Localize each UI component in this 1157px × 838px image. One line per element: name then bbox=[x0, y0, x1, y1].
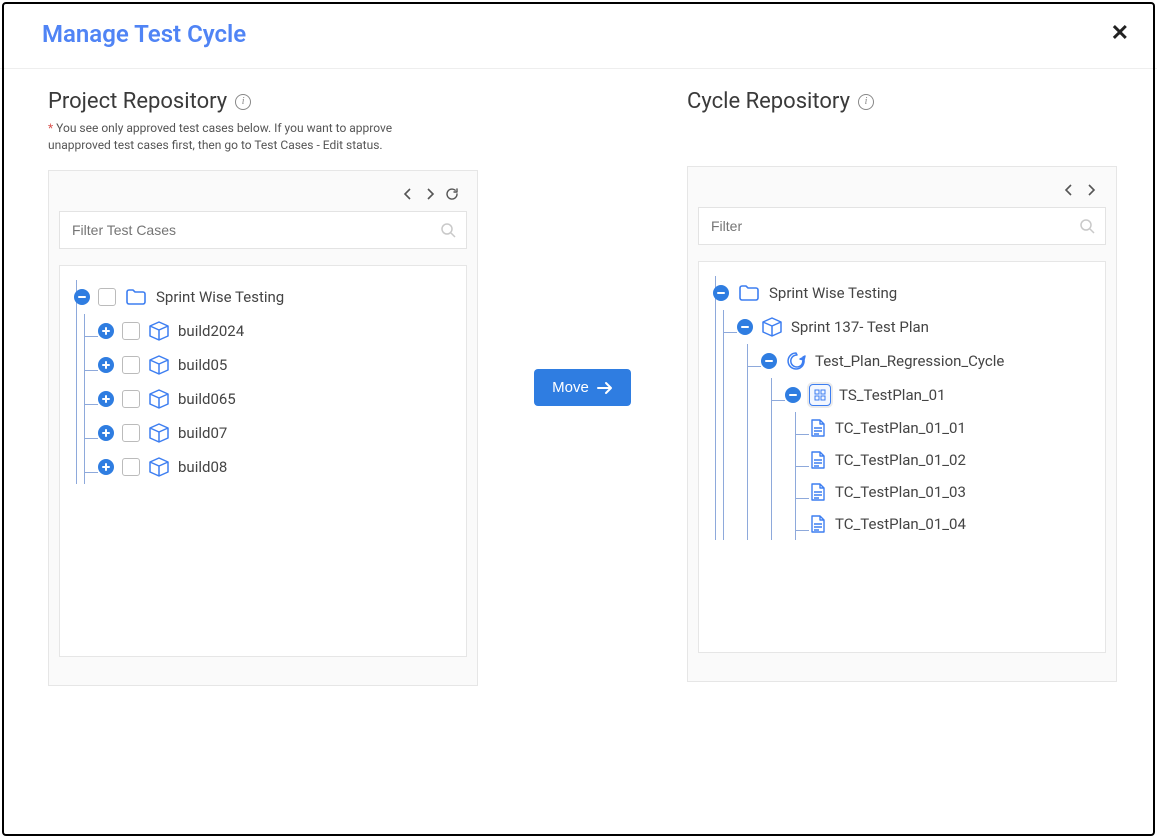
folder-icon bbox=[737, 282, 761, 304]
tree-test-case[interactable]: TC_TestPlan_01_03 bbox=[809, 476, 1099, 508]
tree-item[interactable]: build05 bbox=[98, 348, 460, 382]
checkbox[interactable] bbox=[98, 288, 116, 306]
chevron-right-icon bbox=[425, 188, 435, 200]
refresh-button[interactable] bbox=[441, 183, 463, 205]
tree-item[interactable]: build2024 bbox=[98, 314, 460, 348]
testcase-icon bbox=[809, 514, 827, 534]
package-icon bbox=[148, 456, 170, 478]
project-filter-input[interactable] bbox=[70, 221, 440, 239]
package-icon bbox=[761, 316, 783, 338]
testcase-icon bbox=[809, 482, 827, 502]
project-filter-box bbox=[59, 211, 467, 249]
test-cycle-label: Test_Plan_Regression_Cycle bbox=[815, 352, 1004, 370]
chevron-left-icon bbox=[1064, 184, 1074, 196]
package-icon bbox=[148, 354, 170, 376]
collapse-toggle[interactable] bbox=[785, 387, 801, 403]
package-icon bbox=[148, 388, 170, 410]
cycle-filter-input[interactable] bbox=[709, 217, 1079, 235]
root-folder-label: Sprint Wise Testing bbox=[769, 284, 897, 302]
test-case-label: TC_TestPlan_01_02 bbox=[835, 451, 966, 469]
tree-test-suite[interactable]: TS_TestPlan_01 bbox=[785, 378, 1099, 412]
tree-test-case[interactable]: TC_TestPlan_01_01 bbox=[809, 412, 1099, 444]
tree-root-folder[interactable]: Sprint Wise Testing bbox=[74, 280, 460, 314]
expand-toggle[interactable] bbox=[98, 323, 114, 339]
cycle-tree[interactable]: Sprint Wise Testing Sprint 1 bbox=[699, 262, 1105, 652]
cycle-panel: Sprint Wise Testing Sprint 1 bbox=[687, 166, 1117, 682]
expand-toggle[interactable] bbox=[98, 391, 114, 407]
package-icon bbox=[148, 422, 170, 444]
search-icon bbox=[440, 222, 456, 238]
package-icon bbox=[148, 320, 170, 342]
project-repository-column: Project Repository i * You see only appr… bbox=[48, 89, 478, 686]
test-plan-label: Sprint 137- Test Plan bbox=[791, 318, 929, 336]
testsuite-icon bbox=[809, 384, 831, 406]
project-tree-container: Sprint Wise Testing bbox=[59, 265, 467, 657]
project-panel: Sprint Wise Testing bbox=[48, 170, 478, 686]
cycle-repository-column: Cycle Repository i bbox=[687, 89, 1117, 682]
tree-test-plan[interactable]: Sprint 137- Test Plan bbox=[737, 310, 1099, 344]
test-suite-label: TS_TestPlan_01 bbox=[839, 386, 946, 404]
cycle-tree-container: Sprint Wise Testing Sprint 1 bbox=[698, 261, 1106, 653]
checkbox[interactable] bbox=[122, 458, 140, 476]
next-button[interactable] bbox=[1080, 179, 1102, 201]
collapse-toggle[interactable] bbox=[737, 319, 753, 335]
test-case-label: TC_TestPlan_01_03 bbox=[835, 483, 966, 501]
tree-item[interactable]: build07 bbox=[98, 416, 460, 450]
expand-toggle[interactable] bbox=[98, 459, 114, 475]
tree-item-label: build2024 bbox=[178, 322, 244, 340]
tree-test-case[interactable]: TC_TestPlan_01_04 bbox=[809, 508, 1099, 540]
search-icon bbox=[1079, 218, 1095, 234]
tree-item[interactable]: build08 bbox=[98, 450, 460, 484]
tree-item-label: build065 bbox=[178, 390, 236, 408]
next-button[interactable] bbox=[419, 183, 441, 205]
prev-button[interactable] bbox=[1058, 179, 1080, 201]
collapse-toggle[interactable] bbox=[761, 353, 777, 369]
checkbox[interactable] bbox=[122, 424, 140, 442]
tree-root-folder[interactable]: Sprint Wise Testing bbox=[713, 276, 1099, 310]
cycle-filter-box bbox=[698, 207, 1106, 245]
test-case-label: TC_TestPlan_01_04 bbox=[835, 515, 966, 533]
project-tree[interactable]: Sprint Wise Testing bbox=[60, 266, 466, 656]
test-case-label: TC_TestPlan_01_01 bbox=[835, 419, 966, 437]
checkbox[interactable] bbox=[122, 322, 140, 340]
tree-item-label: build07 bbox=[178, 424, 227, 442]
root-folder-label: Sprint Wise Testing bbox=[156, 288, 284, 306]
tree-item[interactable]: build065 bbox=[98, 382, 460, 416]
prev-button[interactable] bbox=[397, 183, 419, 205]
refresh-icon bbox=[445, 187, 459, 201]
checkbox[interactable] bbox=[122, 356, 140, 374]
chevron-left-icon bbox=[403, 188, 413, 200]
tree-test-case[interactable]: TC_TestPlan_01_02 bbox=[809, 444, 1099, 476]
collapse-toggle[interactable] bbox=[74, 289, 90, 305]
testcase-icon bbox=[809, 450, 827, 470]
cycle-toolbar bbox=[698, 179, 1106, 201]
folder-icon bbox=[124, 286, 148, 308]
project-toolbar bbox=[59, 183, 467, 205]
cycle-icon bbox=[785, 350, 807, 372]
checkbox[interactable] bbox=[122, 390, 140, 408]
tree-test-cycle[interactable]: Test_Plan_Regression_Cycle bbox=[761, 344, 1099, 378]
testcase-icon bbox=[809, 418, 827, 438]
expand-toggle[interactable] bbox=[98, 357, 114, 373]
chevron-right-icon bbox=[1086, 184, 1096, 196]
collapse-toggle[interactable] bbox=[713, 285, 729, 301]
tree-item-label: build08 bbox=[178, 458, 227, 476]
expand-toggle[interactable] bbox=[98, 425, 114, 441]
tree-item-label: build05 bbox=[178, 356, 227, 374]
